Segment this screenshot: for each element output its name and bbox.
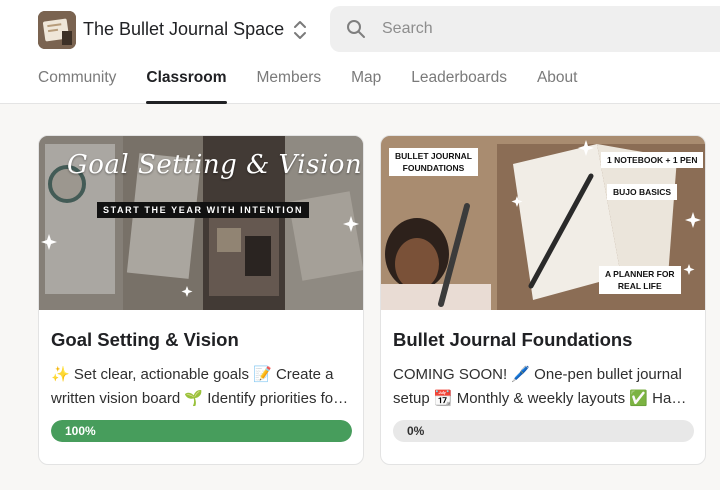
search-input[interactable] [382,14,702,44]
progress-label: 0% [407,424,425,438]
course-title: Bullet Journal Foundations [393,329,633,350]
tab-members[interactable]: Members [257,60,322,104]
search-icon [347,20,365,38]
tab-classroom[interactable]: Classroom [146,60,227,104]
progress-label: 100% [65,424,96,438]
nav-tabs: Community Classroom Members Map Leaderbo… [38,60,607,104]
thumbnail-tag-planner: A PLANNER FOR REAL LIFE [599,266,681,294]
course-thumbnail: . Goal Setting & Vision START THE YEAR W… [39,136,363,310]
thumbnail-tag-basics: BUJO BASICS [607,184,678,200]
course-card-bullet-journal-foundations[interactable]: BULLET JOURNAL FOUNDATIONS 1 NOTEBOOK + … [380,135,706,465]
course-thumbnail: BULLET JOURNAL FOUNDATIONS 1 NOTEBOOK + … [381,136,705,310]
progress-fill [51,420,352,442]
course-card-goal-setting[interactable]: . Goal Setting & Vision START THE YEAR W… [38,135,364,465]
group-logo[interactable] [38,11,76,49]
course-progress-bar: 100% [51,420,352,442]
search-bar[interactable] [330,6,720,52]
top-header: The Bullet Journal Space Community Class… [0,0,720,104]
thumbnail-tag-foundations: BULLET JOURNAL FOUNDATIONS [389,148,478,176]
course-description: COMING SOON! 🖊️ One-pen bullet journal s… [393,366,688,407]
course-title: Goal Setting & Vision [51,329,239,350]
group-switcher-chevron-icon[interactable] [290,18,310,42]
tab-about[interactable]: About [537,60,578,104]
course-progress-bar: 0% [393,420,694,442]
thumbnail-banner: START THE YEAR WITH INTENTION [97,202,310,218]
tab-map[interactable]: Map [351,60,381,104]
course-description: ✨ Set clear, actionable goals 📝 Create a… [51,366,339,407]
tab-community[interactable]: Community [38,60,116,104]
group-title[interactable]: The Bullet Journal Space [83,19,284,40]
thumbnail-headline: Goal Setting & Vision [67,150,363,180]
thumbnail-tag-notebook: 1 NOTEBOOK + 1 PEN [601,152,704,168]
tab-leaderboards[interactable]: Leaderboards [411,60,507,104]
